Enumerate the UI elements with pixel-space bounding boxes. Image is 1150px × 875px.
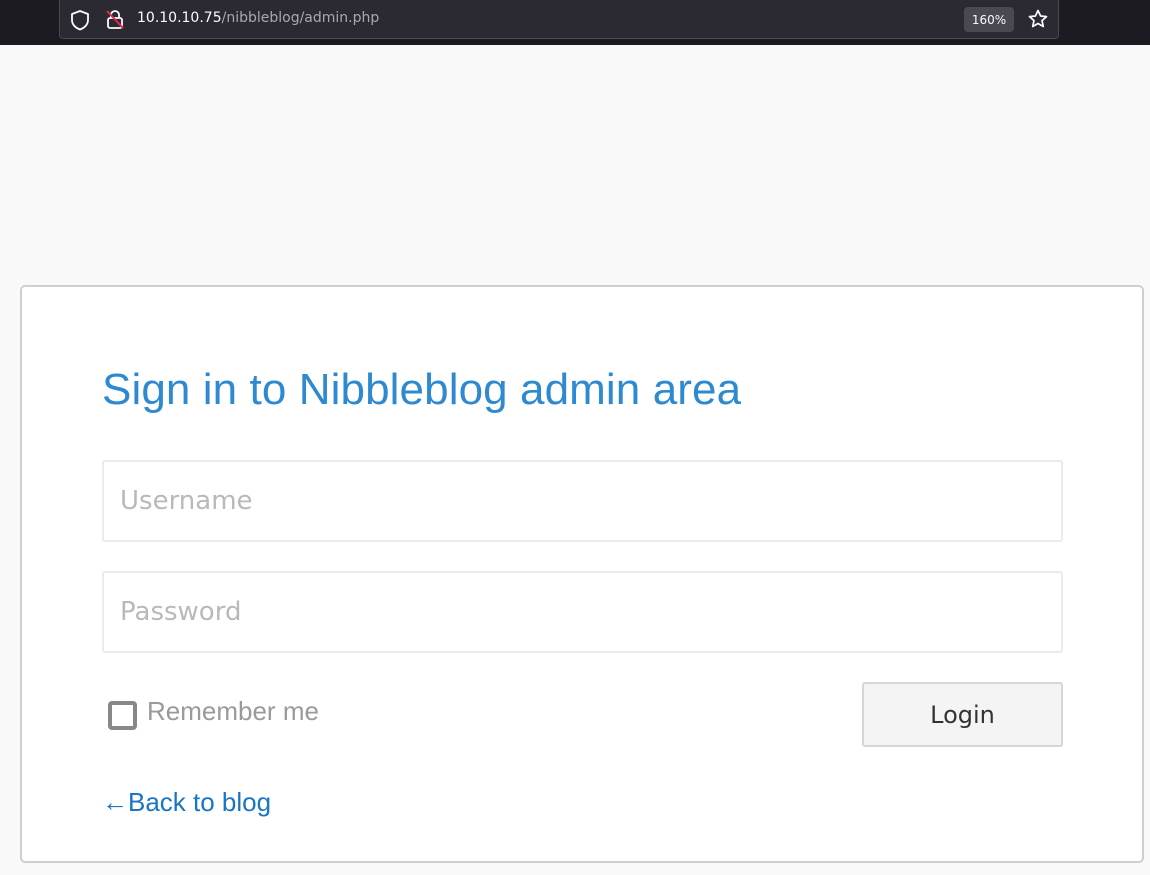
remember-me-label[interactable]: Remember me	[147, 696, 319, 727]
address-bar[interactable]: 10.10.10.75/nibbleblog/admin.php 160%	[59, 0, 1059, 39]
url-path: /nibbleblog/admin.php	[221, 10, 380, 26]
browser-toolbar: 10.10.10.75/nibbleblog/admin.php 160%	[0, 0, 1150, 45]
login-button[interactable]: Login	[862, 682, 1063, 747]
remember-me-control[interactable]: Remember me	[108, 693, 319, 730]
page-title: Sign in to Nibbleblog admin area	[102, 365, 742, 414]
username-input[interactable]	[102, 460, 1063, 542]
url-host: 10.10.10.75	[137, 10, 222, 26]
back-to-blog-link[interactable]: ←Back to blog	[102, 787, 271, 818]
login-card: Sign in to Nibbleblog admin area Remembe…	[20, 285, 1144, 863]
zoom-level-button[interactable]: 160%	[964, 7, 1014, 32]
insecure-lock-icon[interactable]	[104, 8, 126, 30]
shield-icon[interactable]	[69, 9, 91, 31]
remember-me-checkbox[interactable]	[108, 701, 137, 730]
bookmark-star-icon[interactable]	[1027, 8, 1049, 30]
url-text[interactable]: 10.10.10.75/nibbleblog/admin.php	[137, 10, 379, 26]
password-input[interactable]	[102, 571, 1063, 653]
